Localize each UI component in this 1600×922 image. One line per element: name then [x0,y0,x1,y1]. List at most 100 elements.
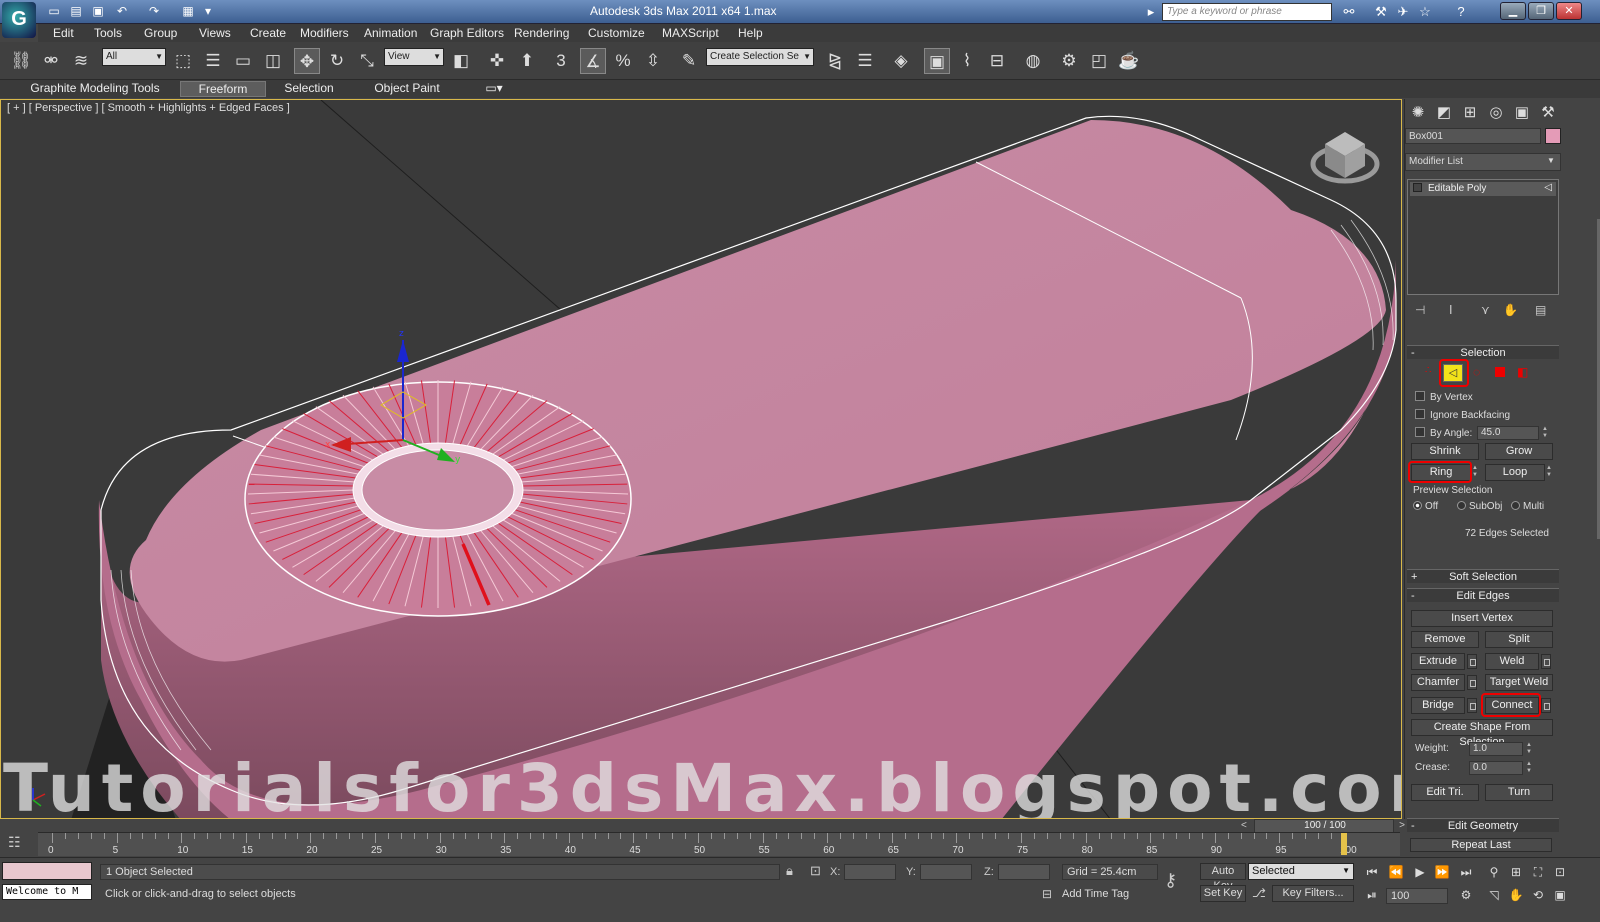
viewport-label[interactable]: [ + ] [ Perspective ] [ Smooth + Highlig… [7,102,290,114]
window-crossing-icon[interactable]: ◫ [260,48,286,74]
chamfer-button[interactable]: Chamfer [1411,674,1465,691]
keyboard-shortcut-toggle-icon[interactable]: ⬆ [514,48,540,74]
time-slider[interactable]: < 100 / 100 > [1241,819,1405,833]
layer-manager-icon[interactable]: ◈ [888,48,914,74]
edit-edges-rollout-header[interactable]: - Edit Edges [1407,588,1559,602]
extrude-settings-icon[interactable] [1467,654,1477,669]
y-coord-input[interactable] [920,864,972,880]
chamfer-settings-icon[interactable] [1467,675,1477,690]
connect-settings-icon[interactable] [1541,698,1551,713]
target-weld-button[interactable]: Target Weld [1485,674,1553,691]
modifier-stack[interactable]: Editable Poly ◁ [1407,179,1559,295]
make-unique-icon[interactable]: ⋎ [1481,303,1490,317]
zoom-extents-all-icon[interactable]: ⊡ [1550,863,1570,881]
preview-multi-radio-dot[interactable] [1511,501,1520,510]
weld-button[interactable]: Weld [1485,653,1539,670]
ignore-backfacing-checkbox[interactable]: Ignore Backfacing [1415,409,1510,421]
ribbon-minimize-icon[interactable]: ▭▾ [484,81,504,97]
menu-rendering[interactable]: Rendering [514,26,569,40]
tab-freeform[interactable]: Freeform [180,81,266,97]
previous-frame-icon[interactable]: ⏪ [1386,863,1406,881]
configure-modifier-sets-icon[interactable]: ▤ [1535,303,1546,317]
ring-spinner-icon[interactable]: ▲ ▼ [1471,465,1479,479]
rectangular-selection-icon[interactable]: ▭ [230,48,256,74]
pan-view-icon[interactable]: ✋ [1506,886,1526,904]
render-production-icon[interactable]: ☕ [1116,48,1142,74]
preview-off-radio[interactable]: Off [1413,501,1438,512]
key-mode-toggle-icon[interactable]: ⏯ [1362,886,1382,904]
by-angle-checkbox[interactable]: By Angle: [1415,427,1472,439]
time-slider-next-icon[interactable]: > [1399,820,1405,831]
maxscript-listener-output[interactable]: Welcome to M [2,884,92,900]
x-coord-input[interactable] [844,864,896,880]
soft-selection-rollout-header[interactable]: + Soft Selection [1407,569,1559,583]
preview-off-radio-dot[interactable] [1413,501,1422,510]
weight-input[interactable]: 1.0 [1469,742,1523,756]
rendered-frame-window-icon[interactable]: ◰ [1086,48,1112,74]
turn-button[interactable]: Turn [1485,784,1553,801]
curve-editor-icon[interactable]: ⌇ [954,48,980,74]
insert-vertex-button[interactable]: Insert Vertex [1411,610,1553,627]
edit-named-selection-icon[interactable]: ✎ [676,48,702,74]
tab-selection[interactable]: Selection [276,81,342,97]
by-vertex-box[interactable] [1415,391,1425,401]
edit-tri-button[interactable]: Edit Tri. [1411,784,1479,801]
keyword-search-input[interactable]: Type a keyword or phrase [1162,3,1332,21]
application-menu-button[interactable]: G [2,2,36,38]
graphite-toggle-icon[interactable]: ▣ [924,48,950,74]
menu-modifiers[interactable]: Modifiers [300,26,349,40]
render-setup-icon[interactable]: ⚙ [1056,48,1082,74]
key-filters-button[interactable]: Key Filters... [1272,885,1354,902]
loop-button[interactable]: Loop [1485,464,1545,481]
edit-geometry-rollout-header[interactable]: - Edit Geometry [1407,818,1559,832]
modify-tab-icon[interactable]: ◩ [1433,102,1455,124]
minimize-button[interactable]: ▁ [1500,2,1526,20]
selection-lock-icon[interactable]: 🔒︎ [786,863,793,879]
polygon-mode-icon[interactable] [1495,367,1505,377]
next-frame-icon[interactable]: ⏩ [1432,863,1452,881]
menu-maxscript[interactable]: MAXScript [662,26,719,40]
named-selection-dropdown[interactable]: Create Selection Se [706,48,814,66]
material-editor-icon[interactable]: ◍ [1020,48,1046,74]
tab-graphite-modeling-tools[interactable]: Graphite Modeling Tools [20,81,170,97]
key-mode-dropdown[interactable]: Selected [1248,863,1354,880]
select-manipulate-icon[interactable]: ✜ [484,48,510,74]
communication-icon[interactable]: ✈ [1394,3,1412,21]
auto-key-button[interactable]: Auto Key [1200,863,1246,892]
absolute-mode-transform-icon[interactable]: ⊡ [810,863,821,879]
menu-create[interactable]: Create [250,26,286,40]
object-name-field[interactable]: Box001 [1405,128,1541,144]
border-mode-icon[interactable]: ◌ [1473,365,1480,379]
angle-threshold-input[interactable]: 45.0 [1477,426,1539,440]
menu-customize[interactable]: Customize [588,26,645,40]
bridge-button[interactable]: Bridge [1411,697,1465,714]
select-object-icon[interactable]: ⬚ [170,48,196,74]
display-tab-icon[interactable]: ▣ [1511,102,1533,124]
menu-group[interactable]: Group [144,26,177,40]
z-coord-input[interactable] [998,864,1050,880]
align-icon[interactable]: ☰ [852,48,878,74]
select-and-move-icon[interactable]: ✥ [294,48,320,74]
modifier-list-dropdown[interactable]: Modifier List [1405,153,1561,171]
selection-filter-dropdown[interactable]: All [102,48,166,66]
current-frame-input[interactable]: 100 [1386,888,1448,904]
remove-button[interactable]: Remove [1411,631,1479,648]
angle-snap-icon[interactable]: ∡ [580,48,606,74]
link-icon[interactable]: ⛓ [8,48,34,74]
crease-spinner-icon[interactable]: ▲ ▼ [1525,761,1533,775]
grow-button[interactable]: Grow [1485,443,1553,460]
hierarchy-tab-icon[interactable]: ⊞ [1459,102,1481,124]
save-file-icon[interactable]: ▣ [90,4,106,18]
element-mode-icon[interactable]: ◧ [1517,365,1528,379]
new-file-icon[interactable]: ▭ [46,4,62,18]
bind-space-warp-icon[interactable]: ≋ [68,48,94,74]
orbit-icon[interactable]: ⟲ [1528,886,1548,904]
close-button[interactable]: ✕ [1556,2,1582,20]
track-bar[interactable]: 0 5 10 15 20 25 30 35 40 45 50 55 60 65 70 75 80 85 90 95 10… [38,832,1400,856]
motion-tab-icon[interactable]: ◎ [1485,102,1507,124]
object-color-swatch[interactable] [1545,128,1561,144]
pivot-center-icon[interactable]: ◧ [448,48,474,74]
disc-selection[interactable] [244,380,632,617]
search-arrow-icon[interactable]: ▸ [1142,3,1160,21]
by-angle-box[interactable] [1415,427,1425,437]
